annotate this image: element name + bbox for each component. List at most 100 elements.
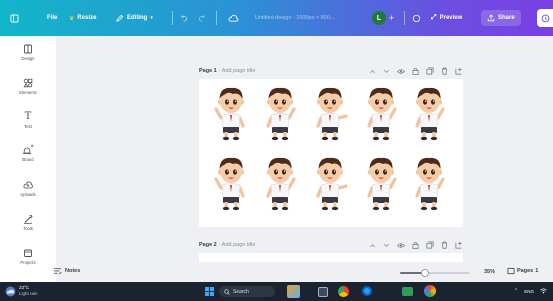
trash-icon[interactable] (441, 241, 448, 249)
chevron-up-icon[interactable] (369, 68, 376, 75)
resize-button[interactable]: ♛ Resize (69, 0, 96, 36)
editing-label: Editing (127, 15, 148, 21)
left-sidebar: Design Elements T Text ♛ Brand Uploads T… (0, 36, 56, 282)
crown-icon: ♛ (69, 15, 75, 22)
sidebar-item-design[interactable]: Design (0, 44, 56, 61)
sidebar-item-brand[interactable]: ♛ Brand (0, 144, 56, 162)
sidebar-item-tools[interactable]: Tools (0, 214, 56, 231)
document-title[interactable]: Untitled design - 1600px × 800... (255, 0, 334, 36)
duplicate-icon[interactable] (426, 241, 434, 249)
boy-character-illustration[interactable] (362, 85, 400, 143)
pages-label: Pages (517, 268, 534, 274)
weather-desc: Light rain (19, 291, 38, 296)
comment-icon (412, 14, 421, 22)
eye-icon[interactable] (397, 242, 405, 249)
uploads-icon (23, 181, 33, 189)
user-avatar-button[interactable]: L (372, 0, 386, 36)
eye-icon[interactable] (397, 68, 405, 75)
page-1-header: Page 1 - Add page title (199, 66, 463, 76)
file-explorer-icon[interactable] (318, 287, 328, 297)
language-indicator[interactable]: ENG (524, 289, 534, 294)
design-page-2[interactable] (199, 253, 463, 262)
share-button[interactable]: Share (481, 0, 521, 36)
taskbar-search[interactable]: Search (219, 286, 275, 297)
file-menu-button[interactable]: File (47, 0, 57, 36)
upload-share-icon (487, 14, 495, 22)
lock-icon[interactable] (412, 241, 419, 249)
boy-character-illustration[interactable] (362, 155, 400, 213)
chevron-up-icon[interactable] (369, 242, 376, 249)
sidebar-item-text[interactable]: T Text (0, 111, 56, 130)
edge-browser-icon[interactable] (362, 286, 372, 296)
weather-icon[interactable] (4, 285, 17, 298)
boy-character-illustration[interactable] (261, 155, 299, 213)
boy-character-illustration[interactable] (410, 85, 448, 143)
text-icon: T (24, 111, 32, 122)
zoom-slider-handle[interactable] (420, 269, 429, 277)
sidebar-item-elements[interactable]: Elements (0, 78, 56, 95)
add-collaborator-button[interactable]: + (389, 0, 394, 36)
task-view-icon[interactable] (287, 285, 300, 298)
search-icon (224, 288, 230, 295)
windows-start-icon[interactable] (205, 287, 214, 296)
preview-button[interactable]: ⤢ Preview (431, 0, 462, 36)
avatar-initial: L (376, 14, 382, 22)
chevron-down-icon: ▾ (150, 15, 153, 21)
system-tray: ⌃ ENG (514, 288, 547, 294)
os-taskbar: 23°C Light rain Search ⌃ ENG (0, 282, 553, 301)
undo-icon (181, 14, 188, 22)
editing-mode-button[interactable]: Editing ▾ (115, 0, 153, 36)
duplicate-icon[interactable] (426, 67, 434, 75)
lock-icon[interactable] (412, 67, 419, 75)
add-page-icon[interactable] (455, 241, 463, 249)
projects-icon (24, 249, 32, 257)
sidebar-item-label: Brand (22, 157, 34, 162)
notes-icon (53, 268, 62, 275)
chevron-up-icon[interactable]: ⌃ (514, 288, 518, 294)
sidebar-toggle-button[interactable] (10, 0, 19, 36)
boy-character-illustration[interactable] (212, 85, 250, 143)
zoom-slider[interactable] (400, 269, 470, 277)
weather-widget[interactable]: 23°C Light rain (19, 285, 38, 297)
boy-character-illustration[interactable] (311, 155, 349, 213)
redo-button[interactable] (197, 0, 206, 36)
sidebar-item-uploads[interactable]: Uploads (0, 180, 56, 197)
preview-label: Preview (439, 15, 463, 21)
cloud-save-status[interactable] (228, 0, 239, 36)
undo-button[interactable] (180, 0, 189, 36)
avatar: L (372, 11, 386, 25)
add-page-title-input[interactable]: - Add page title (219, 242, 256, 248)
photos-app-icon[interactable] (424, 285, 436, 297)
plus-icon: + (389, 13, 395, 23)
design-page-1[interactable] (199, 79, 463, 227)
sidebar-item-label: Tools (23, 226, 33, 231)
page-number: Page 2 (199, 242, 217, 248)
boy-character-illustration[interactable] (212, 155, 250, 213)
pages-count: 1 (535, 268, 539, 274)
sidebar-item-label: Uploads (20, 192, 36, 197)
document-title-text: Untitled design - 1600px × 800... (255, 15, 335, 21)
pages-button[interactable]: Pages 1 (507, 267, 538, 275)
add-page-icon[interactable] (455, 67, 463, 75)
pages-icon (507, 267, 515, 275)
cloud-check-icon (228, 14, 239, 22)
pencil-icon (116, 14, 124, 22)
wifi-icon[interactable] (540, 288, 547, 294)
chevron-down-icon[interactable] (383, 68, 390, 75)
boy-character-illustration[interactable] (311, 85, 349, 143)
svg-text:♛: ♛ (31, 144, 34, 148)
expand-arrows-icon: ⤢ (431, 14, 437, 21)
notes-button[interactable]: Notes (53, 267, 80, 275)
chrome-icon[interactable] (338, 286, 349, 297)
boy-character-illustration[interactable] (261, 85, 299, 143)
comments-button[interactable] (412, 0, 421, 36)
clock-button[interactable] (537, 9, 553, 27)
app-icon-green[interactable] (402, 287, 413, 296)
zoom-level[interactable]: 35% (484, 269, 495, 275)
page-actions (369, 66, 463, 76)
trash-icon[interactable] (441, 67, 448, 75)
boy-character-illustration[interactable] (410, 155, 448, 213)
add-page-title-input[interactable]: - Add page title (219, 68, 256, 74)
chevron-down-icon[interactable] (383, 242, 390, 249)
panel-toggle-icon (10, 13, 19, 23)
